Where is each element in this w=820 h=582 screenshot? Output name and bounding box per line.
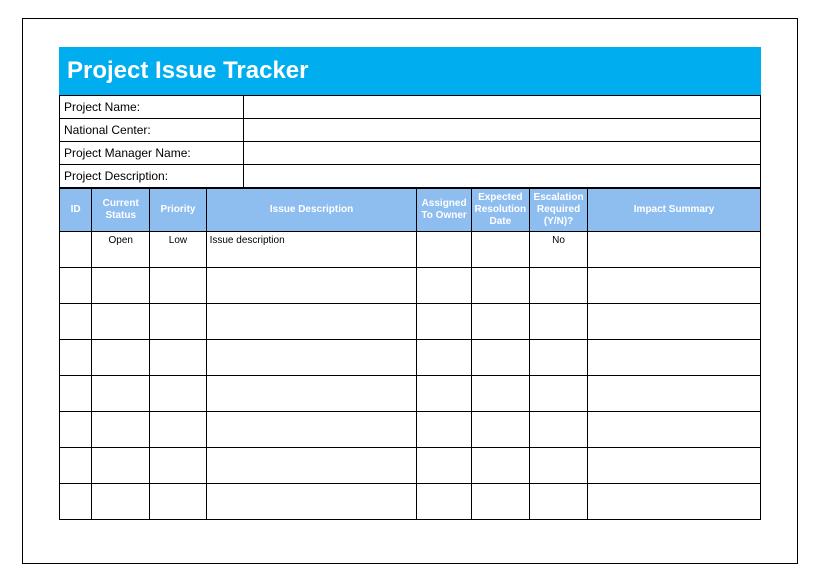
cell-priority[interactable] [150, 376, 206, 412]
cell-id[interactable] [60, 304, 92, 340]
cell-impact[interactable] [588, 304, 761, 340]
cell-priority[interactable] [150, 268, 206, 304]
info-label: National Center: [60, 119, 244, 142]
cell-impact[interactable] [588, 448, 761, 484]
issue-table-body: Open Low Issue description No [60, 232, 761, 520]
cell-description[interactable] [206, 268, 417, 304]
cell-date[interactable] [471, 268, 529, 304]
issue-table-header-row: ID Current Status Priority Issue Descrip… [60, 189, 761, 232]
col-header-date: Expected Resolution Date [471, 189, 529, 232]
info-row-project-description: Project Description: [60, 165, 761, 188]
cell-status[interactable] [92, 376, 150, 412]
table-row [60, 340, 761, 376]
table-row [60, 412, 761, 448]
cell-priority[interactable] [150, 340, 206, 376]
cell-assigned[interactable] [417, 232, 471, 268]
cell-impact[interactable] [588, 232, 761, 268]
info-value[interactable] [244, 96, 761, 119]
cell-priority[interactable] [150, 448, 206, 484]
issue-table: ID Current Status Priority Issue Descrip… [59, 188, 761, 520]
cell-id[interactable] [60, 448, 92, 484]
info-label: Project Name: [60, 96, 244, 119]
cell-escalation[interactable] [529, 448, 587, 484]
cell-date[interactable] [471, 412, 529, 448]
project-info-table: Project Name: National Center: Project M… [59, 95, 761, 188]
cell-date[interactable] [471, 340, 529, 376]
cell-impact[interactable] [588, 268, 761, 304]
document-title: Project Issue Tracker [67, 57, 308, 84]
cell-assigned[interactable] [417, 268, 471, 304]
info-row-national-center: National Center: [60, 119, 761, 142]
cell-description[interactable] [206, 304, 417, 340]
table-row [60, 268, 761, 304]
cell-description[interactable] [206, 448, 417, 484]
table-row [60, 376, 761, 412]
cell-escalation[interactable] [529, 340, 587, 376]
info-label: Project Manager Name: [60, 142, 244, 165]
cell-assigned[interactable] [417, 376, 471, 412]
col-header-description: Issue Description [206, 189, 417, 232]
cell-escalation[interactable] [529, 376, 587, 412]
cell-date[interactable] [471, 484, 529, 520]
cell-id[interactable] [60, 340, 92, 376]
cell-date[interactable] [471, 232, 529, 268]
cell-assigned[interactable] [417, 484, 471, 520]
cell-impact[interactable] [588, 484, 761, 520]
col-header-escalation: Escalation Required (Y/N)? [529, 189, 587, 232]
cell-description[interactable] [206, 484, 417, 520]
table-row [60, 484, 761, 520]
cell-impact[interactable] [588, 376, 761, 412]
cell-date[interactable] [471, 376, 529, 412]
cell-description[interactable] [206, 340, 417, 376]
cell-date[interactable] [471, 448, 529, 484]
cell-escalation[interactable] [529, 268, 587, 304]
document-frame: Project Issue Tracker Project Name: Nati… [22, 18, 798, 564]
cell-escalation[interactable] [529, 484, 587, 520]
col-header-priority: Priority [150, 189, 206, 232]
info-value[interactable] [244, 142, 761, 165]
cell-id[interactable] [60, 376, 92, 412]
cell-escalation[interactable]: No [529, 232, 587, 268]
cell-status[interactable] [92, 340, 150, 376]
cell-date[interactable] [471, 304, 529, 340]
table-row [60, 448, 761, 484]
cell-status[interactable]: Open [92, 232, 150, 268]
cell-description[interactable] [206, 376, 417, 412]
cell-assigned[interactable] [417, 340, 471, 376]
cell-priority[interactable]: Low [150, 232, 206, 268]
info-value[interactable] [244, 165, 761, 188]
cell-impact[interactable] [588, 340, 761, 376]
table-row: Open Low Issue description No [60, 232, 761, 268]
cell-priority[interactable] [150, 484, 206, 520]
cell-status[interactable] [92, 448, 150, 484]
cell-assigned[interactable] [417, 304, 471, 340]
cell-status[interactable] [92, 412, 150, 448]
cell-description[interactable]: Issue description [206, 232, 417, 268]
cell-id[interactable] [60, 268, 92, 304]
cell-assigned[interactable] [417, 448, 471, 484]
cell-escalation[interactable] [529, 304, 587, 340]
info-value[interactable] [244, 119, 761, 142]
cell-status[interactable] [92, 304, 150, 340]
col-header-impact: Impact Summary [588, 189, 761, 232]
col-header-status: Current Status [92, 189, 150, 232]
cell-assigned[interactable] [417, 412, 471, 448]
cell-priority[interactable] [150, 412, 206, 448]
cell-escalation[interactable] [529, 412, 587, 448]
cell-status[interactable] [92, 484, 150, 520]
cell-priority[interactable] [150, 304, 206, 340]
info-row-project-name: Project Name: [60, 96, 761, 119]
col-header-id: ID [60, 189, 92, 232]
cell-id[interactable] [60, 232, 92, 268]
col-header-assigned: Assigned To Owner [417, 189, 471, 232]
cell-id[interactable] [60, 412, 92, 448]
title-bar: Project Issue Tracker [59, 47, 761, 95]
cell-status[interactable] [92, 268, 150, 304]
cell-impact[interactable] [588, 412, 761, 448]
cell-description[interactable] [206, 412, 417, 448]
cell-id[interactable] [60, 484, 92, 520]
info-label: Project Description: [60, 165, 244, 188]
info-row-project-manager: Project Manager Name: [60, 142, 761, 165]
table-row [60, 304, 761, 340]
